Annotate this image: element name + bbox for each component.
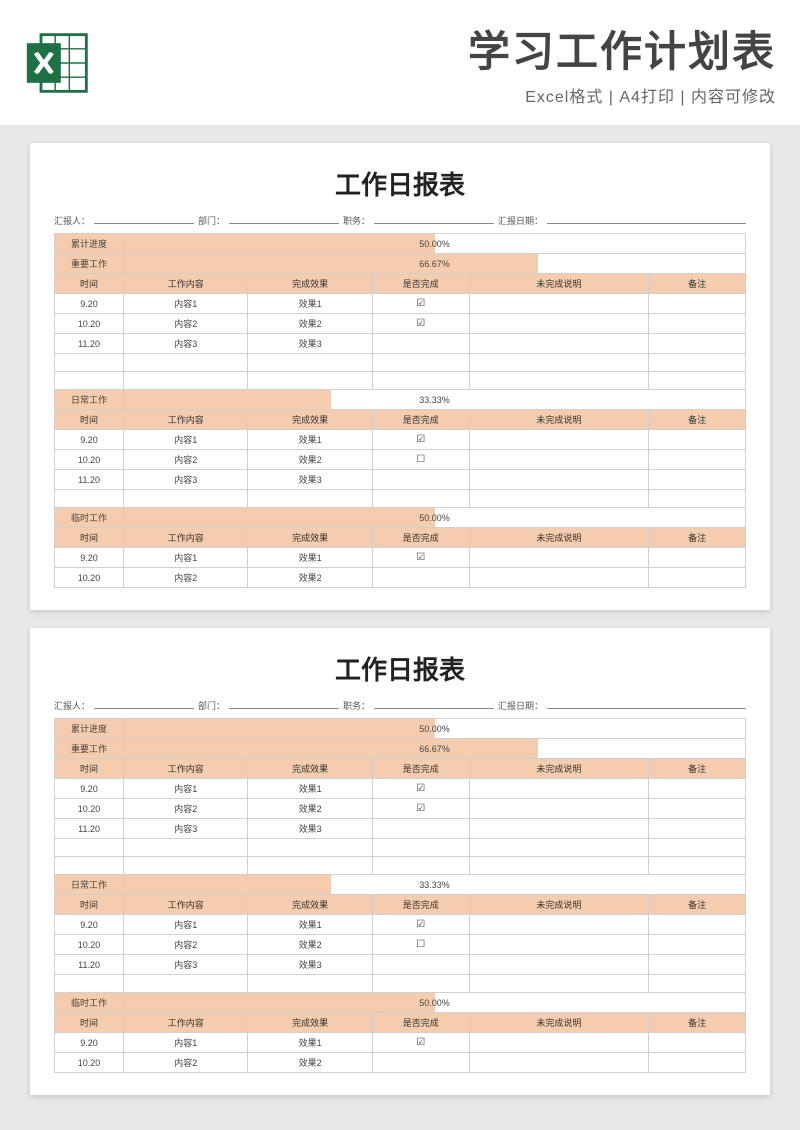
table-row[interactable]: 11.20内容3效果3 bbox=[55, 955, 746, 975]
important-progress: 66.67% bbox=[124, 254, 746, 274]
table-row[interactable]: 9.20内容1效果1☑ bbox=[55, 430, 746, 450]
cumulative-label: 累计进度 bbox=[55, 234, 124, 254]
report-table: 累计进度50.00% 重要工作66.67% 时间工作内容完成效果是否完成未完成说… bbox=[54, 718, 746, 1073]
page-1: 工作日报表 汇报人： 部门： 职务： 汇报日期： 累计进度50.00% 重要工作… bbox=[30, 143, 770, 610]
position-label: 职务： bbox=[343, 214, 370, 227]
temp-progress: 50.00% bbox=[124, 508, 746, 528]
date-field[interactable] bbox=[547, 214, 746, 224]
reporter-field[interactable] bbox=[94, 214, 194, 224]
info-row: 汇报人： 部门： 职务： 汇报日期： bbox=[54, 699, 746, 712]
doc-title: 工作日报表 bbox=[54, 165, 746, 202]
table-row[interactable]: 10.20内容2效果2 bbox=[55, 1053, 746, 1073]
template-title: 学习工作计划表 bbox=[108, 18, 776, 79]
table-row[interactable]: 10.20内容2效果2☐ bbox=[55, 450, 746, 470]
table-row[interactable]: 10.20内容2效果2 bbox=[55, 568, 746, 588]
table-row[interactable]: 10.20内容2效果2☐ bbox=[55, 935, 746, 955]
table-row[interactable] bbox=[55, 490, 746, 508]
temp-label: 临时工作 bbox=[55, 508, 124, 528]
daily-label: 日常工作 bbox=[55, 390, 124, 410]
table-row[interactable]: 9.20内容1效果1☑ bbox=[55, 915, 746, 935]
table-row[interactable] bbox=[55, 857, 746, 875]
table-row[interactable]: 11.20内容3效果3 bbox=[55, 470, 746, 490]
reporter-label: 汇报人： bbox=[54, 214, 90, 227]
cumulative-progress: 50.00% bbox=[124, 234, 746, 254]
important-label: 重要工作 bbox=[55, 254, 124, 274]
doc-title: 工作日报表 bbox=[54, 650, 746, 687]
table-row[interactable]: 11.20内容3效果3 bbox=[55, 819, 746, 839]
daily-progress: 33.33% bbox=[124, 390, 746, 410]
table-row[interactable] bbox=[55, 839, 746, 857]
table-row[interactable] bbox=[55, 372, 746, 390]
table-row[interactable]: 9.20内容1效果1☑ bbox=[55, 779, 746, 799]
page-2: 工作日报表 汇报人： 部门： 职务： 汇报日期： 累计进度50.00% 重要工作… bbox=[30, 628, 770, 1095]
info-row: 汇报人： 部门： 职务： 汇报日期： bbox=[54, 214, 746, 227]
table-row[interactable]: 9.20内容1效果1☑ bbox=[55, 1033, 746, 1053]
table-row[interactable]: 11.20内容3效果3 bbox=[55, 334, 746, 354]
template-header: 学习工作计划表 Excel格式 | A4打印 | 内容可修改 bbox=[0, 0, 800, 125]
table-row[interactable]: 9.20内容1效果1☑ bbox=[55, 548, 746, 568]
date-label: 汇报日期： bbox=[498, 214, 543, 227]
template-subtitle: Excel格式 | A4打印 | 内容可修改 bbox=[108, 83, 776, 107]
position-field[interactable] bbox=[374, 214, 494, 224]
table-row[interactable]: 9.20内容1效果1☑ bbox=[55, 294, 746, 314]
table-row[interactable]: 10.20内容2效果2☑ bbox=[55, 799, 746, 819]
dept-field[interactable] bbox=[229, 214, 339, 224]
table-row[interactable]: 10.20内容2效果2☑ bbox=[55, 314, 746, 334]
table-row[interactable] bbox=[55, 975, 746, 993]
dept-label: 部门： bbox=[198, 214, 225, 227]
excel-icon bbox=[24, 29, 92, 97]
report-table: 累计进度50.00% 重要工作66.67% 时间工作内容完成效果是否完成未完成说… bbox=[54, 233, 746, 588]
table-row[interactable] bbox=[55, 354, 746, 372]
